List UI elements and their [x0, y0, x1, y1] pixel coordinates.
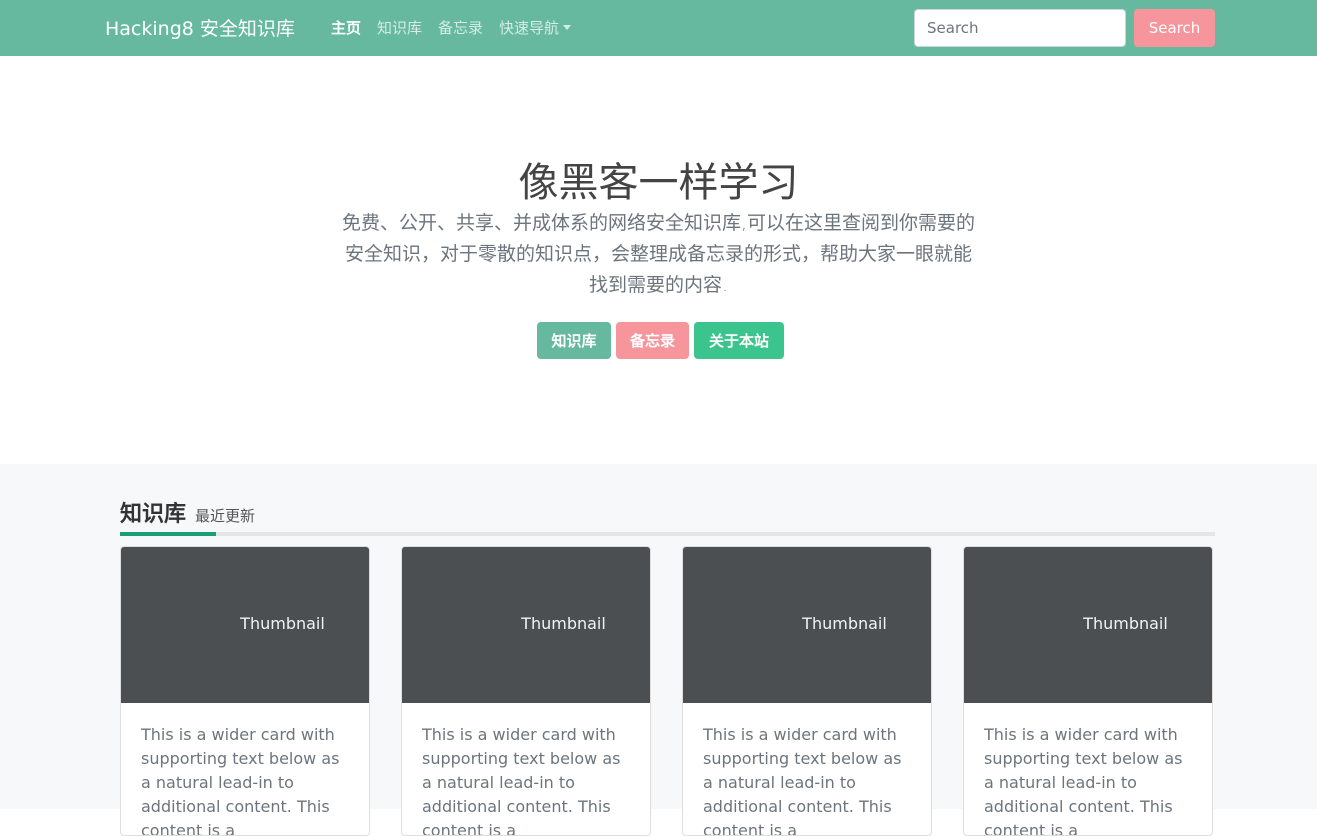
section-header: 知识库 最近更新	[120, 496, 255, 528]
thumbnail-label: Thumbnail	[240, 614, 325, 633]
nav-dropdown-label: 快速导航	[499, 19, 560, 37]
search-input[interactable]	[914, 9, 1126, 47]
nav-link-home[interactable]: 主页	[331, 17, 361, 38]
card-text: This is a wider card with supporting tex…	[703, 725, 902, 836]
hero-description: 免费、公开、共享、并成体系的网络安全知识库,可以在这里查阅到你需要的安全知识，对…	[341, 212, 976, 296]
section-subtitle: 最近更新	[195, 507, 256, 525]
section-title: 知识库	[120, 502, 187, 527]
nav-link-memo[interactable]: 备忘录	[438, 17, 483, 38]
section-divider-accent	[120, 532, 216, 536]
hero-buttons: 知识库 备忘录 关于本站	[537, 322, 784, 359]
hero: 像黑客一样学习 免费、公开、共享、并成体系的网络安全知识库,可以在这里查阅到你需…	[0, 56, 1317, 464]
card[interactable]: Thumbnail This is a wider card with supp…	[401, 546, 651, 836]
card-text: This is a wider card with supporting tex…	[984, 725, 1183, 836]
card[interactable]: Thumbnail This is a wider card with supp…	[963, 546, 1213, 836]
navbar: Hacking8 安全知识库 主页 知识库 备忘录 快速导航 Search	[0, 0, 1317, 56]
about-button[interactable]: 关于本站	[694, 322, 784, 359]
caret-down-icon	[563, 25, 572, 30]
card-thumbnail[interactable]: Thumbnail	[121, 547, 369, 703]
card-thumbnail[interactable]: Thumbnail	[964, 547, 1212, 703]
card[interactable]: Thumbnail This is a wider card with supp…	[682, 546, 932, 836]
knowledge-base-button[interactable]: 知识库	[537, 322, 611, 359]
hero-title: 像黑客一样学习	[518, 160, 799, 206]
card-list: Thumbnail This is a wider card with supp…	[120, 546, 1213, 836]
card-thumbnail[interactable]: Thumbnail	[402, 547, 650, 703]
card-text: This is a wider card with supporting tex…	[141, 725, 340, 836]
search-button[interactable]: Search	[1134, 9, 1215, 47]
knowledge-base-section: 知识库 最近更新 Thumbnail This is a wider card …	[0, 464, 1317, 836]
thumbnail-label: Thumbnail	[802, 614, 887, 633]
nav-dropdown-quick-nav[interactable]: 快速导航	[499, 17, 572, 38]
brand-logo[interactable]: Hacking8 安全知识库	[105, 14, 295, 41]
nav-link-knowledge-base[interactable]: 知识库	[377, 17, 422, 38]
thumbnail-label: Thumbnail	[521, 614, 606, 633]
card-thumbnail[interactable]: Thumbnail	[683, 547, 931, 703]
section-divider	[120, 532, 1215, 536]
nav-links: 主页 知识库 备忘录 快速导航	[331, 17, 572, 38]
thumbnail-label: Thumbnail	[1083, 614, 1168, 633]
memo-button[interactable]: 备忘录	[616, 322, 689, 359]
card[interactable]: Thumbnail This is a wider card with supp…	[120, 546, 370, 836]
card-text: This is a wider card with supporting tex…	[422, 725, 621, 836]
